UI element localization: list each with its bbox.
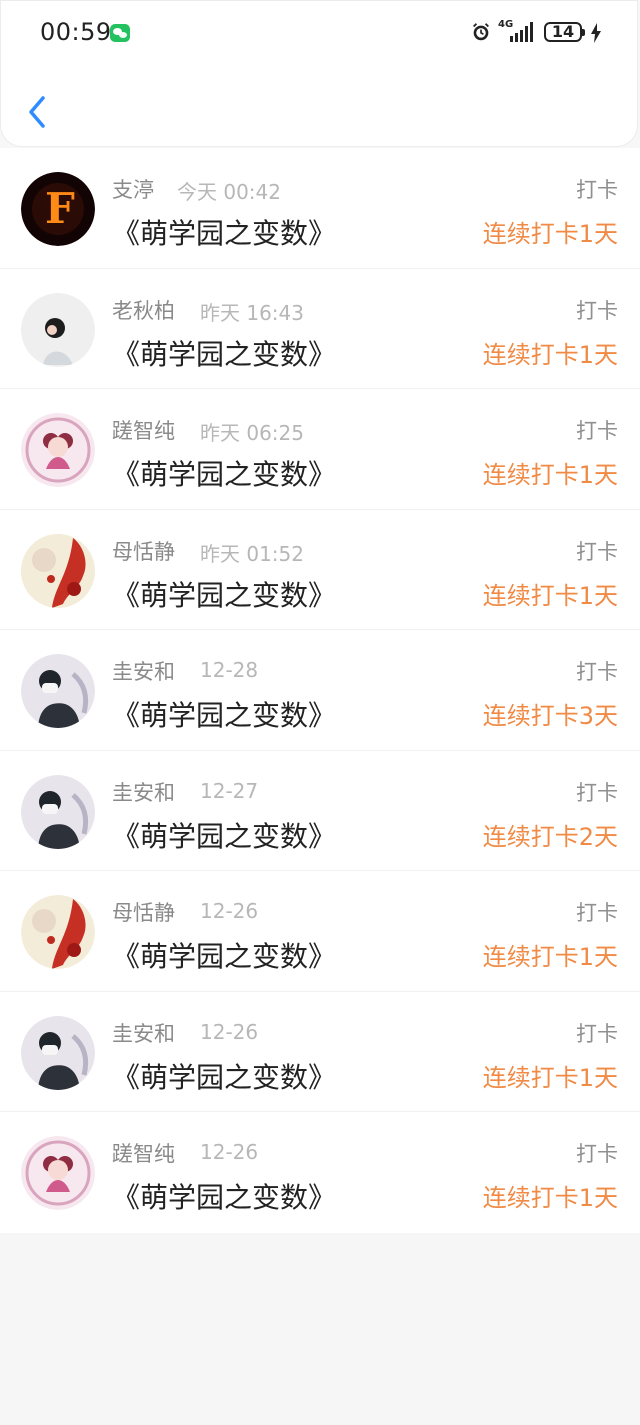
streak-text: 连续打卡1天 [482, 340, 618, 369]
book-title: 《萌学园之变数》 [112, 458, 337, 491]
post-time: 昨天 06:25 [200, 421, 304, 445]
post-time: 12-27 [200, 778, 259, 803]
status-time: 00:59 [40, 18, 112, 46]
book-title: 《萌学园之变数》 [112, 819, 337, 853]
book-title: 《萌学园之变数》 [112, 1181, 337, 1214]
avatar-mask [21, 774, 95, 849]
post-time: 昨天 01:52 [200, 541, 304, 566]
avatar-mask [21, 1015, 95, 1090]
post-time: 12-26 [200, 1140, 259, 1164]
post-time: 12-28 [200, 658, 259, 682]
avatar-fire-f: F [21, 172, 95, 246]
streak-text: 连续打卡1天 [482, 1184, 618, 1212]
network-label: 4G [498, 19, 514, 30]
battery-icon: 14 [544, 22, 585, 42]
checkin-action[interactable]: 打卡 [576, 415, 618, 445]
avatar-red-anime [21, 533, 95, 608]
status-bar: 00:59 4G 14 [0, 0, 640, 66]
avatar-mask [21, 654, 95, 728]
streak-text: 连续打卡2天 [482, 822, 618, 851]
chevron-left-icon [29, 96, 45, 128]
post-time: 今天 00:42 [177, 180, 281, 204]
checkin-action[interactable]: 打卡 [576, 897, 618, 927]
book-title: 《萌学园之变数》 [112, 217, 337, 250]
post-time: 12-26 [200, 1019, 259, 1044]
checkin-list: F 支渟 今天 00:42 《萌学园之变数》 打卡 连续打卡1天 老秋柏 昨天 … [0, 148, 640, 1233]
streak-text: 连续打卡1天 [482, 220, 618, 248]
streak-text: 连续打卡3天 [482, 702, 618, 730]
post-time: 12-26 [200, 899, 259, 923]
book-title: 《萌学园之变数》 [112, 337, 337, 371]
user-name: 圭安和 [112, 780, 175, 805]
user-name: 蹉智纯 [112, 1142, 175, 1166]
signal-icon: 4G [498, 19, 540, 44]
list-item[interactable]: 圭安和 12-27 《萌学园之变数》 打卡 连续打卡2天 [0, 751, 640, 871]
user-name: 支渟 [112, 178, 154, 202]
checkin-action[interactable]: 打卡 [576, 174, 618, 204]
checkin-action[interactable]: 打卡 [576, 536, 618, 566]
user-name: 圭安和 [112, 1021, 175, 1046]
list-item[interactable]: 蹉智纯 12-26 《萌学园之变数》 打卡 连续打卡1天 [0, 1112, 640, 1233]
avatar-boy [21, 292, 95, 367]
checkin-action[interactable]: 打卡 [576, 1018, 618, 1048]
charging-bolt-icon [591, 23, 601, 43]
user-name: 圭安和 [112, 660, 175, 684]
avatar-anime-pink [21, 1136, 95, 1210]
battery-level: 14 [551, 22, 575, 41]
checkin-action[interactable]: 打卡 [576, 295, 618, 325]
svg-text:F: F [45, 184, 75, 233]
list-item[interactable]: 母恬静 昨天 01:52 《萌学园之变数》 打卡 连续打卡1天 [0, 510, 640, 630]
streak-text: 连续打卡1天 [482, 1063, 618, 1092]
book-title: 《萌学园之变数》 [112, 1060, 337, 1094]
list-item[interactable]: 母恬静 12-26 《萌学园之变数》 打卡 连续打卡1天 [0, 871, 640, 992]
back-button[interactable] [20, 94, 54, 130]
bottom-background [0, 1233, 640, 1425]
checkin-action[interactable]: 打卡 [576, 656, 618, 686]
streak-text: 连续打卡1天 [482, 943, 618, 971]
user-name: 老秋柏 [112, 298, 175, 323]
book-title: 《萌学园之变数》 [112, 940, 337, 973]
avatar-red-anime [21, 895, 95, 969]
list-item[interactable]: 圭安和 12-26 《萌学园之变数》 打卡 连续打卡1天 [0, 992, 640, 1112]
user-name: 蹉智纯 [112, 419, 175, 443]
avatar-anime-pink [21, 413, 95, 487]
list-item[interactable]: F 支渟 今天 00:42 《萌学园之变数》 打卡 连续打卡1天 [0, 148, 640, 269]
wechat-icon [110, 24, 130, 42]
streak-text: 连续打卡1天 [482, 581, 618, 610]
user-name: 母恬静 [112, 539, 175, 564]
book-title: 《萌学园之变数》 [112, 699, 337, 732]
post-time: 昨天 16:43 [200, 300, 304, 325]
user-name: 母恬静 [112, 901, 175, 925]
checkin-action[interactable]: 打卡 [576, 777, 618, 807]
streak-text: 连续打卡1天 [482, 461, 618, 489]
list-item[interactable]: 蹉智纯 昨天 06:25 《萌学园之变数》 打卡 连续打卡1天 [0, 389, 640, 510]
list-item[interactable]: 圭安和 12-28 《萌学园之变数》 打卡 连续打卡3天 [0, 630, 640, 751]
alarm-icon [473, 23, 489, 41]
list-item[interactable]: 老秋柏 昨天 16:43 《萌学园之变数》 打卡 连续打卡1天 [0, 269, 640, 389]
checkin-action[interactable]: 打卡 [576, 1138, 618, 1168]
book-title: 《萌学园之变数》 [112, 578, 337, 612]
